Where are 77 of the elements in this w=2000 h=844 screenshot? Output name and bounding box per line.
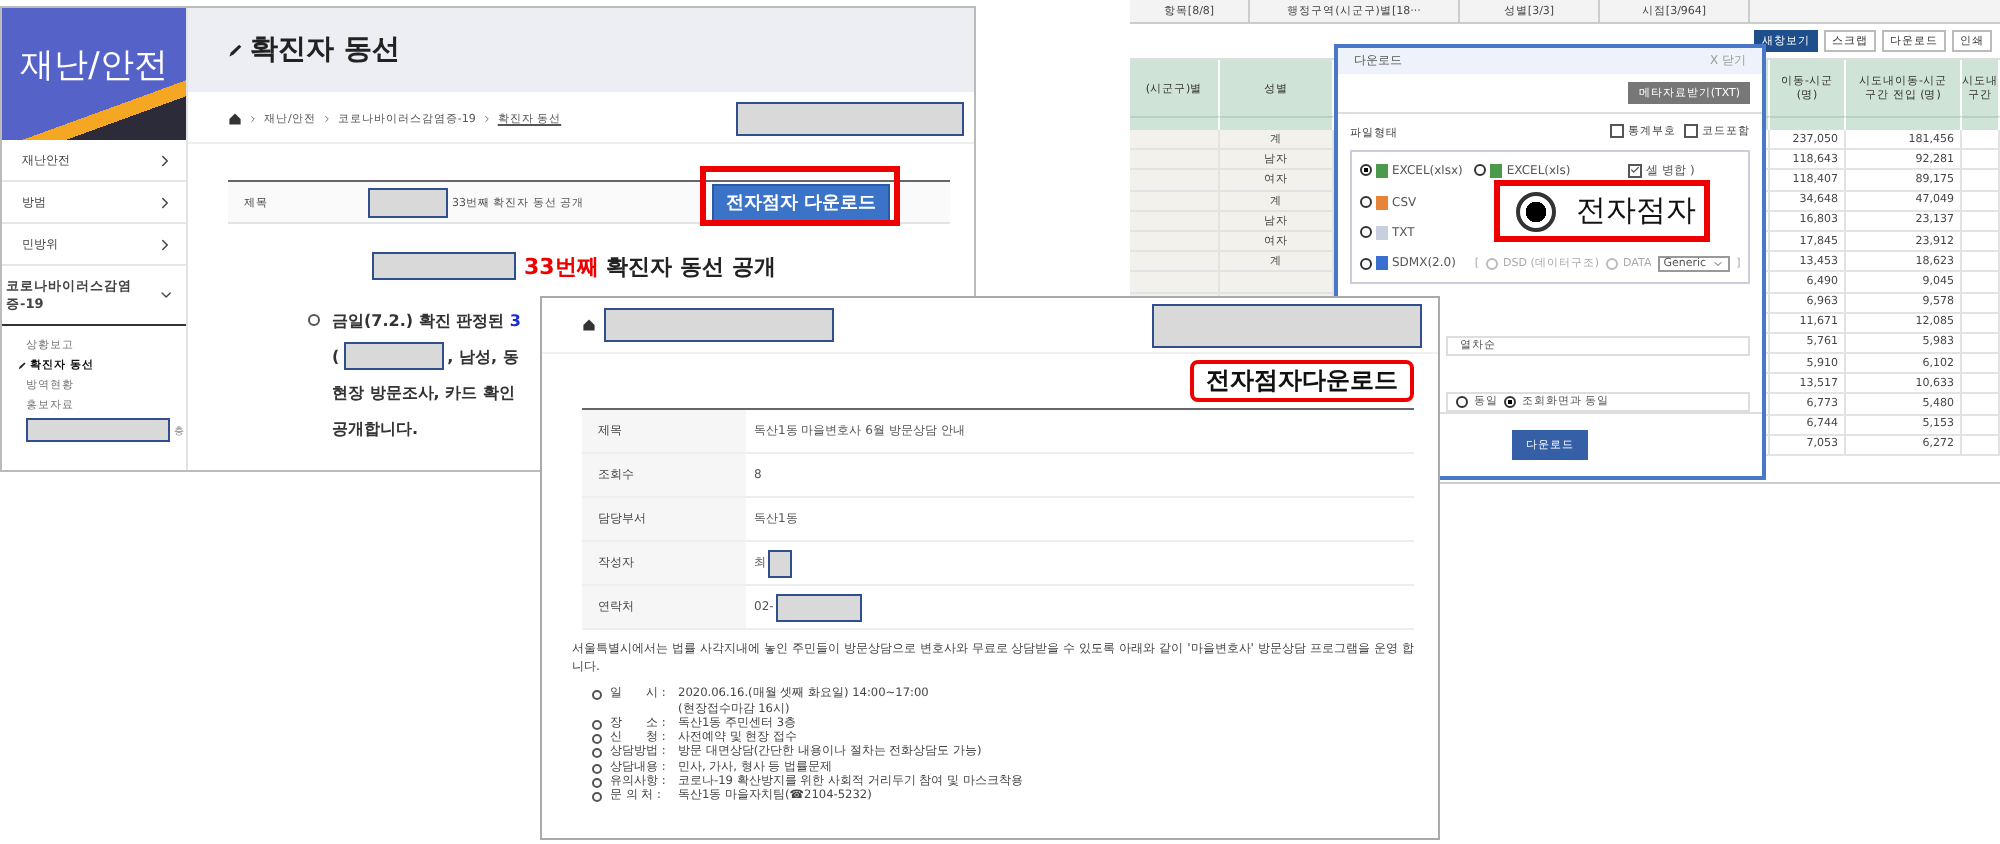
radio-button[interactable] (1360, 196, 1372, 209)
checkbox[interactable] (1610, 123, 1624, 138)
body-text: 공개합니다. (332, 417, 419, 439)
home-icon[interactable] (582, 318, 596, 332)
table-cell (1130, 231, 1220, 253)
table-cell (1962, 293, 2000, 314)
table-cell (1962, 354, 2000, 375)
checkbox[interactable] (1628, 163, 1643, 178)
bullet-icon (592, 719, 602, 730)
table-cell (1130, 150, 1220, 171)
table-cell (1220, 272, 1334, 293)
radio-button[interactable] (1516, 191, 1556, 231)
redaction-block (775, 593, 862, 621)
table-cell (1962, 191, 2000, 212)
chevron-right-icon (156, 193, 174, 211)
bullet-icon (308, 314, 320, 326)
radio-button[interactable] (1360, 226, 1372, 239)
redaction-block (372, 252, 516, 280)
radio-button[interactable] (1456, 395, 1468, 408)
radio-button[interactable] (1360, 257, 1372, 270)
sidebar-title: 재난/안전 (2, 8, 186, 140)
table-cell (1962, 313, 2000, 334)
bullet-icon (592, 748, 602, 759)
body-text: ( (332, 347, 340, 365)
table-cell (1962, 394, 2000, 416)
body-text: , 남성, 동 (447, 345, 519, 367)
chevron-right-icon (321, 114, 332, 124)
file-icon (1490, 163, 1503, 178)
chevron-right-icon (481, 114, 492, 124)
chevron-right-icon (156, 235, 174, 253)
radio-label: 전자점자 (1576, 192, 1696, 230)
redaction-block (768, 549, 792, 577)
radio-button[interactable] (1485, 257, 1498, 270)
bullet-icon (592, 791, 602, 802)
braille-download-link[interactable]: 전자점자다운로드 (1190, 360, 1414, 402)
radio-button[interactable] (1360, 164, 1372, 177)
chevron-down-icon (1712, 257, 1725, 270)
redaction-block (26, 418, 170, 442)
bullet-icon (592, 734, 602, 745)
pencil-icon (228, 43, 242, 57)
bullet-icon (592, 763, 602, 774)
chevron-right-icon (156, 151, 174, 169)
bullet-icon (592, 777, 602, 788)
chevron-right-icon (248, 114, 258, 124)
page-title: 확진자 동선 (250, 32, 400, 68)
table-cell (1130, 211, 1220, 232)
file-icon (1376, 256, 1388, 271)
bullet-icon (592, 690, 602, 701)
table-cell (1130, 191, 1220, 212)
radio-button[interactable] (1474, 164, 1487, 177)
chevron-down-icon (157, 286, 174, 304)
table-cell (1962, 272, 2000, 293)
braille-download-button[interactable]: 전자점자 다운로드 (711, 183, 890, 221)
table-cell (1130, 252, 1220, 273)
check-icon (1630, 164, 1641, 177)
body-text: 현장 방문조사, 카드 확인 (332, 381, 515, 403)
table-cell (1962, 130, 2000, 151)
home-icon[interactable] (228, 112, 242, 126)
post-heading: 33번째 확진자 동선 공개 (524, 255, 776, 277)
table-cell (1962, 333, 2000, 355)
table-cell (1962, 170, 2000, 192)
checkbox[interactable] (1684, 123, 1698, 138)
table-cell (1962, 211, 2000, 232)
body-text: 금일(7.2.) 확진 판정된 3 (332, 309, 521, 331)
pencil-icon (18, 361, 26, 369)
table-cell (1962, 231, 2000, 253)
table-cell (1962, 415, 2000, 436)
table-cell (1130, 272, 1220, 293)
table-cell (1962, 374, 2000, 395)
file-icon (1376, 163, 1388, 178)
radio-button[interactable] (1605, 257, 1618, 270)
table-cell (1962, 252, 2000, 273)
table-cell (1130, 170, 1220, 192)
table-cell (1962, 150, 2000, 171)
redaction-block (368, 187, 448, 217)
radio-button[interactable] (1504, 395, 1516, 408)
table-cell (1130, 130, 1220, 151)
